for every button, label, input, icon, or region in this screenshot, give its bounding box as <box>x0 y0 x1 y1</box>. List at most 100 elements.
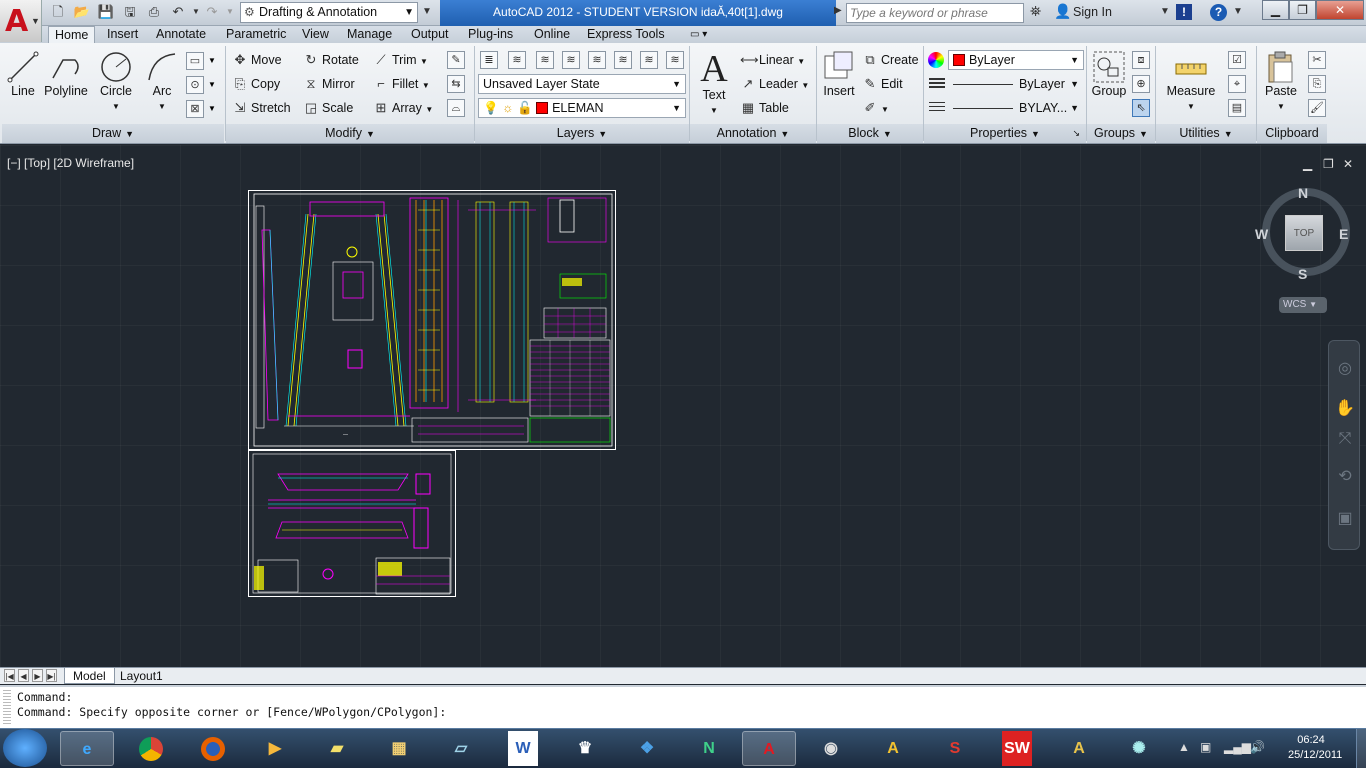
viewport-controls-label[interactable]: [−] [Top] [2D Wireframe] <box>7 156 134 170</box>
linetype-dropdown[interactable]: ByLayer ▼ <box>948 74 1084 94</box>
group-button[interactable]: Group <box>1090 50 1128 98</box>
ribbon-minimize-icon[interactable]: ▭ ▾ <box>684 26 713 43</box>
cut-icon[interactable]: ✂ <box>1308 51 1326 69</box>
user-icon[interactable]: 👤 <box>1054 3 1071 20</box>
tab-parametric[interactable]: Parametric <box>220 26 292 43</box>
compass-south[interactable]: S <box>1298 266 1307 282</box>
block-panel-title[interactable]: Block ▼ <box>817 124 923 143</box>
word-icon[interactable]: W <box>508 731 538 766</box>
trim-button[interactable]: ⟋ Trim ▼ <box>373 50 428 70</box>
copy-button[interactable]: ⎘ Copy <box>232 74 280 94</box>
new-icon[interactable]: 🗋 <box>48 3 68 21</box>
help-icon[interactable]: ? <box>1210 4 1227 21</box>
chevron-down-icon[interactable]: ▼ <box>1233 6 1243 17</box>
tab-model[interactable]: Model <box>64 668 115 684</box>
tab-output[interactable]: Output <box>405 26 455 43</box>
sap-icon[interactable]: S <box>928 731 982 766</box>
arc-button[interactable]: Arc ▼ <box>143 50 181 112</box>
wcs-menu[interactable]: WCS ▼ <box>1279 297 1327 313</box>
erase-icon[interactable]: ✎ <box>447 51 465 69</box>
tab-express-tools[interactable]: Express Tools <box>581 26 671 43</box>
id-point-icon[interactable]: ⌖ <box>1228 75 1246 93</box>
polyline-button[interactable]: Polyline <box>42 50 90 98</box>
mirror-button[interactable]: ⧖ Mirror <box>303 74 354 94</box>
viewport-restore-icon[interactable]: ❐ <box>1323 157 1334 171</box>
minimize-button[interactable]: ▁ <box>1262 0 1289 20</box>
modify-panel-title[interactable]: Modify ▼ <box>226 124 474 143</box>
tray-expand-icon[interactable]: ▲ <box>1178 740 1190 754</box>
offset-icon[interactable]: ⌓ <box>447 99 465 117</box>
layer-match-icon[interactable]: ≋ <box>508 51 526 69</box>
hatch-icon[interactable]: ⊙ <box>186 76 204 94</box>
clipboard-panel-title[interactable]: Clipboard <box>1257 124 1327 143</box>
tab-home[interactable]: Home <box>48 26 96 43</box>
next-layout-icon[interactable]: ▶ <box>32 669 43 682</box>
lineweight-dropdown[interactable]: BYLAY... ▼ <box>948 98 1084 118</box>
undo-icon[interactable]: ↶ <box>168 3 188 21</box>
compass-east[interactable]: E <box>1339 226 1348 242</box>
prev-layout-icon[interactable]: ◀ <box>18 669 29 682</box>
application-menu-button[interactable]: A ▼ <box>0 0 42 42</box>
ungroup-icon[interactable]: ⧈ <box>1132 51 1150 69</box>
copy-clip-icon[interactable]: ⎘ <box>1308 75 1326 93</box>
redo-dropdown-icon[interactable]: ▼ <box>220 3 240 21</box>
layer-walk-icon[interactable]: ≋ <box>666 51 684 69</box>
viewcube-top-face[interactable]: TOP <box>1285 215 1323 251</box>
drawing-sheet-secondary[interactable] <box>248 450 456 597</box>
color-wheel-icon[interactable] <box>928 52 944 68</box>
open-icon[interactable]: 📂 <box>72 3 92 21</box>
layer-dropdown[interactable]: 💡 ☼ 🔓 ELEMAN ▼ <box>478 98 686 118</box>
quick-access-customize-icon[interactable]: ▼ <box>420 3 434 21</box>
color-dropdown[interactable]: ByLayer ▼ <box>948 50 1084 70</box>
fillet-button[interactable]: ⌐ Fillet ▼ <box>373 74 430 94</box>
chevron-down-icon[interactable]: ▼ <box>208 80 216 89</box>
search-input[interactable]: Type a keyword or phrase <box>846 3 1024 23</box>
annotation-panel-title[interactable]: Annotation ▼ <box>690 124 816 143</box>
layers-panel-title[interactable]: Layers ▼ <box>475 124 689 143</box>
tab-view[interactable]: View <box>296 26 335 43</box>
create-block-button[interactable]: ⧉ Create <box>862 50 918 70</box>
layer-lock-icon[interactable]: ≋ <box>640 51 658 69</box>
compass-north[interactable]: N <box>1298 185 1308 201</box>
command-prompt-line[interactable]: Command: Specify opposite corner or [Fen… <box>17 705 446 719</box>
layer-state-dropdown[interactable]: Unsaved Layer State ▼ <box>478 74 686 94</box>
network-tool-icon[interactable]: ✺ <box>1112 731 1166 766</box>
group-selection-icon[interactable]: ⇖ <box>1132 99 1150 117</box>
layer-freeze-icon[interactable]: ≋ <box>588 51 606 69</box>
showmotion-icon[interactable]: ▣ <box>1334 508 1356 530</box>
calculator-icon[interactable]: ▤ <box>1228 99 1246 117</box>
rectangle-icon[interactable]: ▭ <box>186 52 204 70</box>
last-layout-icon[interactable]: ▶| <box>46 669 57 682</box>
viewport-minimize-icon[interactable]: ▁ <box>1303 157 1312 171</box>
linear-button[interactable]: ⟷Linear ▼ <box>740 50 805 70</box>
close-button[interactable]: ✕ <box>1316 0 1364 20</box>
insert-button[interactable]: Insert <box>820 50 858 98</box>
move-button[interactable]: ✥ Move <box>232 50 282 70</box>
redo-icon[interactable]: ↷ <box>202 3 222 21</box>
drawing-sheet-main[interactable]: — <box>248 190 616 450</box>
explorer-folder-icon[interactable]: ▦ <box>372 731 426 766</box>
acad-d-icon[interactable]: A <box>866 731 920 766</box>
measure-button[interactable]: Measure ▼ <box>1166 50 1216 112</box>
array-button[interactable]: ⊞ Array ▼ <box>373 98 434 118</box>
tray-device-icon[interactable]: ▣ <box>1200 740 1211 754</box>
chrome-icon[interactable] <box>124 731 178 766</box>
chevron-down-icon[interactable]: ▼ <box>208 104 216 113</box>
tab-annotate[interactable]: Annotate <box>150 26 212 43</box>
dropbox-icon[interactable]: ❖ <box>620 731 674 766</box>
network-signal-icon[interactable]: ▂▄▆ <box>1224 740 1251 754</box>
compass-west[interactable]: W <box>1255 226 1268 242</box>
layer-off-icon[interactable]: ≋ <box>614 51 632 69</box>
tab-manage[interactable]: Manage <box>341 26 398 43</box>
utilities-panel-title[interactable]: Utilities ▼ <box>1156 124 1256 143</box>
scale-button[interactable]: ◲ Scale <box>303 98 353 118</box>
save-icon[interactable]: 💾 <box>96 3 116 21</box>
sticky-notes-icon[interactable]: ▰ <box>310 731 364 766</box>
groups-panel-title[interactable]: Groups ▼ <box>1087 124 1155 143</box>
crown-icon[interactable]: ♛ <box>558 731 612 766</box>
match-properties-icon[interactable]: 🖌 <box>1308 99 1326 117</box>
volume-icon[interactable]: 🔊 <box>1250 740 1265 754</box>
title-expand-icon[interactable]: ▶ <box>834 5 842 16</box>
exchange-icon[interactable]: ! <box>1176 4 1192 20</box>
plot-icon[interactable]: ⎙ <box>144 3 164 21</box>
